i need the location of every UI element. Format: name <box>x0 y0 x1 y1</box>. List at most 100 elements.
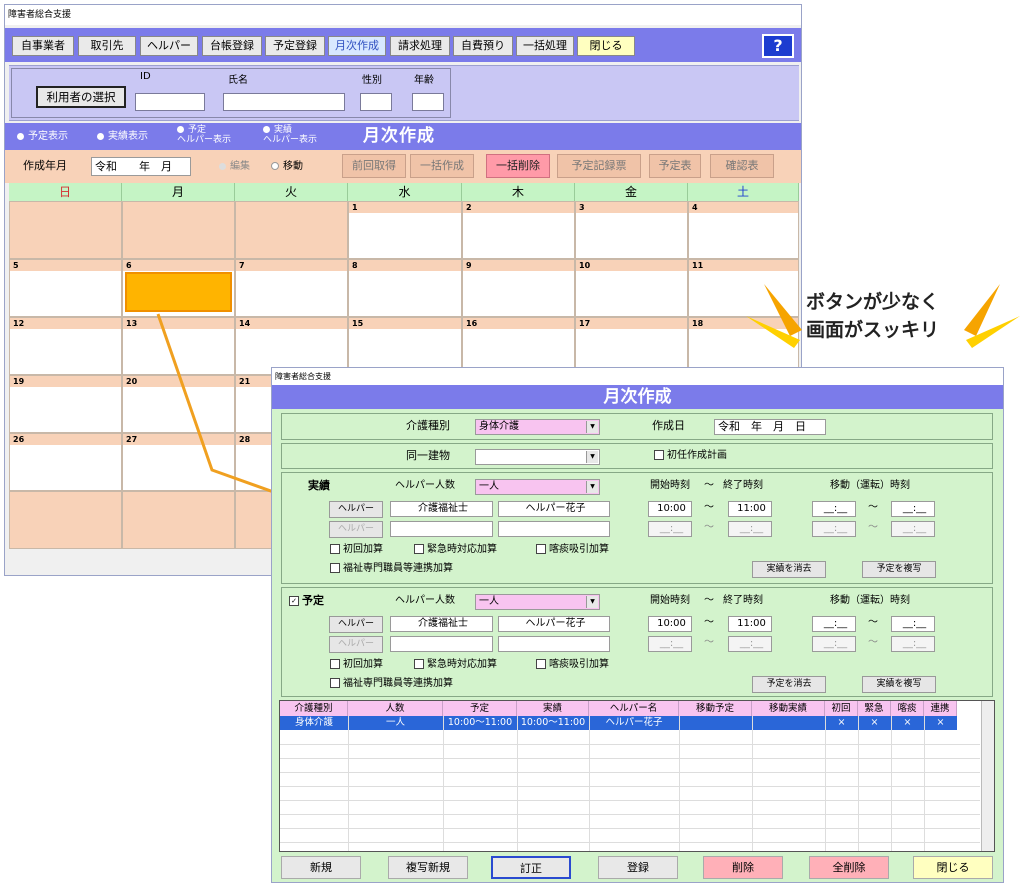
plan-move-start-2[interactable]: __:__ <box>812 636 856 652</box>
register-button[interactable]: 登録 <box>598 856 678 879</box>
age-field[interactable] <box>412 93 444 111</box>
calendar-day-cell[interactable]: 12 <box>9 317 122 375</box>
calendar-day-cell[interactable]: 1 <box>348 201 462 259</box>
plan-end-time-2[interactable]: __:__ <box>728 636 772 652</box>
actual-end-time[interactable]: 11:00 <box>728 501 772 517</box>
actual-qualification-1[interactable]: 介護福祉士 <box>390 501 493 517</box>
calendar-day-cell[interactable] <box>235 201 348 259</box>
new-button[interactable]: 新規 <box>281 856 361 879</box>
grid-cell[interactable]: 10:00～11:00 <box>443 716 517 730</box>
plan-helper-count-select[interactable]: 一人 ▼ <box>475 594 600 610</box>
plan-helper-name-2[interactable] <box>498 636 610 652</box>
plan-move-end-1[interactable]: __:__ <box>891 616 935 632</box>
calendar-day-cell[interactable]: 2 <box>462 201 575 259</box>
toolbar-button-self-pay[interactable]: 自費預り <box>453 36 513 56</box>
close-button[interactable]: 閉じる <box>913 856 993 879</box>
grid-cell[interactable]: × <box>858 716 891 730</box>
grid-cell[interactable]: × <box>825 716 858 730</box>
grid-header[interactable]: 介護種別 <box>280 701 348 716</box>
grid-cell[interactable]: ヘルパー花子 <box>589 716 679 730</box>
select-user-button[interactable]: 利用者の選択 <box>36 86 126 108</box>
care-type-select[interactable]: 身体介護 ▼ <box>475 419 600 435</box>
actual-addon-first[interactable]: 初回加算 <box>330 543 383 557</box>
plan-move-start-1[interactable]: __:__ <box>812 616 856 632</box>
calendar-day-cell[interactable]: 6 <box>122 259 235 317</box>
grid-header[interactable]: 予定 <box>443 701 517 716</box>
actual-addon-emergency[interactable]: 緊急時対応加算 <box>414 543 497 557</box>
radio-edit[interactable]: 編集 <box>219 161 250 173</box>
actual-move-start-1[interactable]: __:__ <box>812 501 856 517</box>
calendar-day-cell[interactable]: 3 <box>575 201 688 259</box>
radio-actual-view[interactable]: 実績表示 <box>97 131 148 143</box>
actual-helper-count-select[interactable]: 一人 ▼ <box>475 479 600 495</box>
plan-end-time[interactable]: 11:00 <box>728 616 772 632</box>
grid-header[interactable]: 人数 <box>348 701 443 716</box>
plan-addon-welfare[interactable]: 福祉専門職員等連携加算 <box>330 677 453 691</box>
calendar-day-cell[interactable]: 13 <box>122 317 235 375</box>
grid-cell[interactable]: × <box>891 716 924 730</box>
calendar-day-cell[interactable]: 26 <box>9 433 122 491</box>
plan-copy-actual-button[interactable]: 実績を複写 <box>862 676 936 693</box>
actual-helper-name-2[interactable] <box>498 521 610 537</box>
delete-all-button[interactable]: 全削除 <box>809 856 889 879</box>
calendar-day-cell[interactable]: 9 <box>462 259 575 317</box>
grid-cell[interactable]: × <box>924 716 957 730</box>
actual-end-time-2[interactable]: __:__ <box>728 521 772 537</box>
actual-clear-button[interactable]: 実績を消去 <box>752 561 826 578</box>
actual-addon-suction[interactable]: 喀痰吸引加算 <box>536 543 609 557</box>
grid-header[interactable]: ヘルパー名 <box>589 701 679 716</box>
radio-plan-view[interactable]: 予定表示 <box>17 131 68 143</box>
building-select[interactable]: ▼ <box>475 449 600 465</box>
grid-header[interactable]: 喀痰 <box>891 701 924 716</box>
calendar-day-cell[interactable] <box>9 201 122 259</box>
plan-clear-button[interactable]: 予定を消去 <box>752 676 826 693</box>
confirmation-table-button[interactable]: 確認表 <box>710 154 774 178</box>
plan-addon-suction[interactable]: 喀痰吸引加算 <box>536 658 609 672</box>
actual-copy-plan-button[interactable]: 予定を複写 <box>862 561 936 578</box>
plan-checkbox[interactable]: ✓ 予定 <box>289 594 324 608</box>
toolbar-button-batch[interactable]: 一括処理 <box>516 36 574 56</box>
created-date-input[interactable]: 令和 年 月 日 <box>714 419 826 435</box>
radio-actual-helper-view[interactable]: 実績 ヘルパー表示 <box>263 125 343 145</box>
toolbar-button-monthly[interactable]: 月次作成 <box>328 36 386 56</box>
copy-new-button[interactable]: 複写新規 <box>388 856 468 879</box>
plan-qualification-1[interactable]: 介護福祉士 <box>390 616 493 632</box>
delete-button[interactable]: 削除 <box>703 856 783 879</box>
plan-helper1-button[interactable]: ヘルパー <box>329 616 383 633</box>
plan-helper2-button[interactable]: ヘルパー <box>329 636 383 653</box>
plan-qualification-2[interactable] <box>390 636 493 652</box>
radio-plan-helper-view[interactable]: 予定 ヘルパー表示 <box>177 125 257 145</box>
grid-header[interactable]: 実績 <box>517 701 589 716</box>
grid-header[interactable]: 緊急 <box>858 701 891 716</box>
grid-header[interactable]: 初回 <box>825 701 858 716</box>
grid-cell[interactable] <box>752 716 825 730</box>
toolbar-button-close[interactable]: 閉じる <box>577 36 635 56</box>
grid-header[interactable]: 移動実績 <box>752 701 825 716</box>
calendar-day-cell[interactable]: 19 <box>9 375 122 433</box>
actual-move-end-1[interactable]: __:__ <box>891 501 935 517</box>
radio-move[interactable]: 移動 <box>271 161 303 173</box>
calendar-day-cell[interactable] <box>122 491 235 549</box>
plan-addon-first[interactable]: 初回加算 <box>330 658 383 672</box>
actual-start-time-2[interactable]: __:__ <box>648 521 692 537</box>
help-button[interactable]: ? <box>762 34 794 58</box>
fetch-previous-button[interactable]: 前回取得 <box>342 154 406 178</box>
gender-field[interactable] <box>360 93 392 111</box>
plan-record-button[interactable]: 予定記録票 <box>557 154 641 178</box>
toolbar-button-own-office[interactable]: 自事業者 <box>12 36 74 56</box>
grid-cell[interactable]: 一人 <box>348 716 443 730</box>
actual-qualification-2[interactable] <box>390 521 493 537</box>
actual-start-time[interactable]: 10:00 <box>648 501 692 517</box>
plan-start-time-2[interactable]: __:__ <box>648 636 692 652</box>
calendar-day-cell[interactable]: 7 <box>235 259 348 317</box>
calendar-day-cell[interactable]: 27 <box>122 433 235 491</box>
actual-move-end-2[interactable]: __:__ <box>891 521 935 537</box>
actual-helper-name-1[interactable]: ヘルパー花子 <box>498 501 610 517</box>
toolbar-button-schedule[interactable]: 予定登録 <box>265 36 325 56</box>
grid-header[interactable]: 移動予定 <box>679 701 752 716</box>
toolbar-button-clients[interactable]: 取引先 <box>78 36 136 56</box>
plan-start-time[interactable]: 10:00 <box>648 616 692 632</box>
actual-addon-welfare[interactable]: 福祉専門職員等連携加算 <box>330 562 453 576</box>
actual-helper2-button[interactable]: ヘルパー <box>329 521 383 538</box>
first-plan-checkbox[interactable]: 初任作成計画 <box>654 449 727 463</box>
